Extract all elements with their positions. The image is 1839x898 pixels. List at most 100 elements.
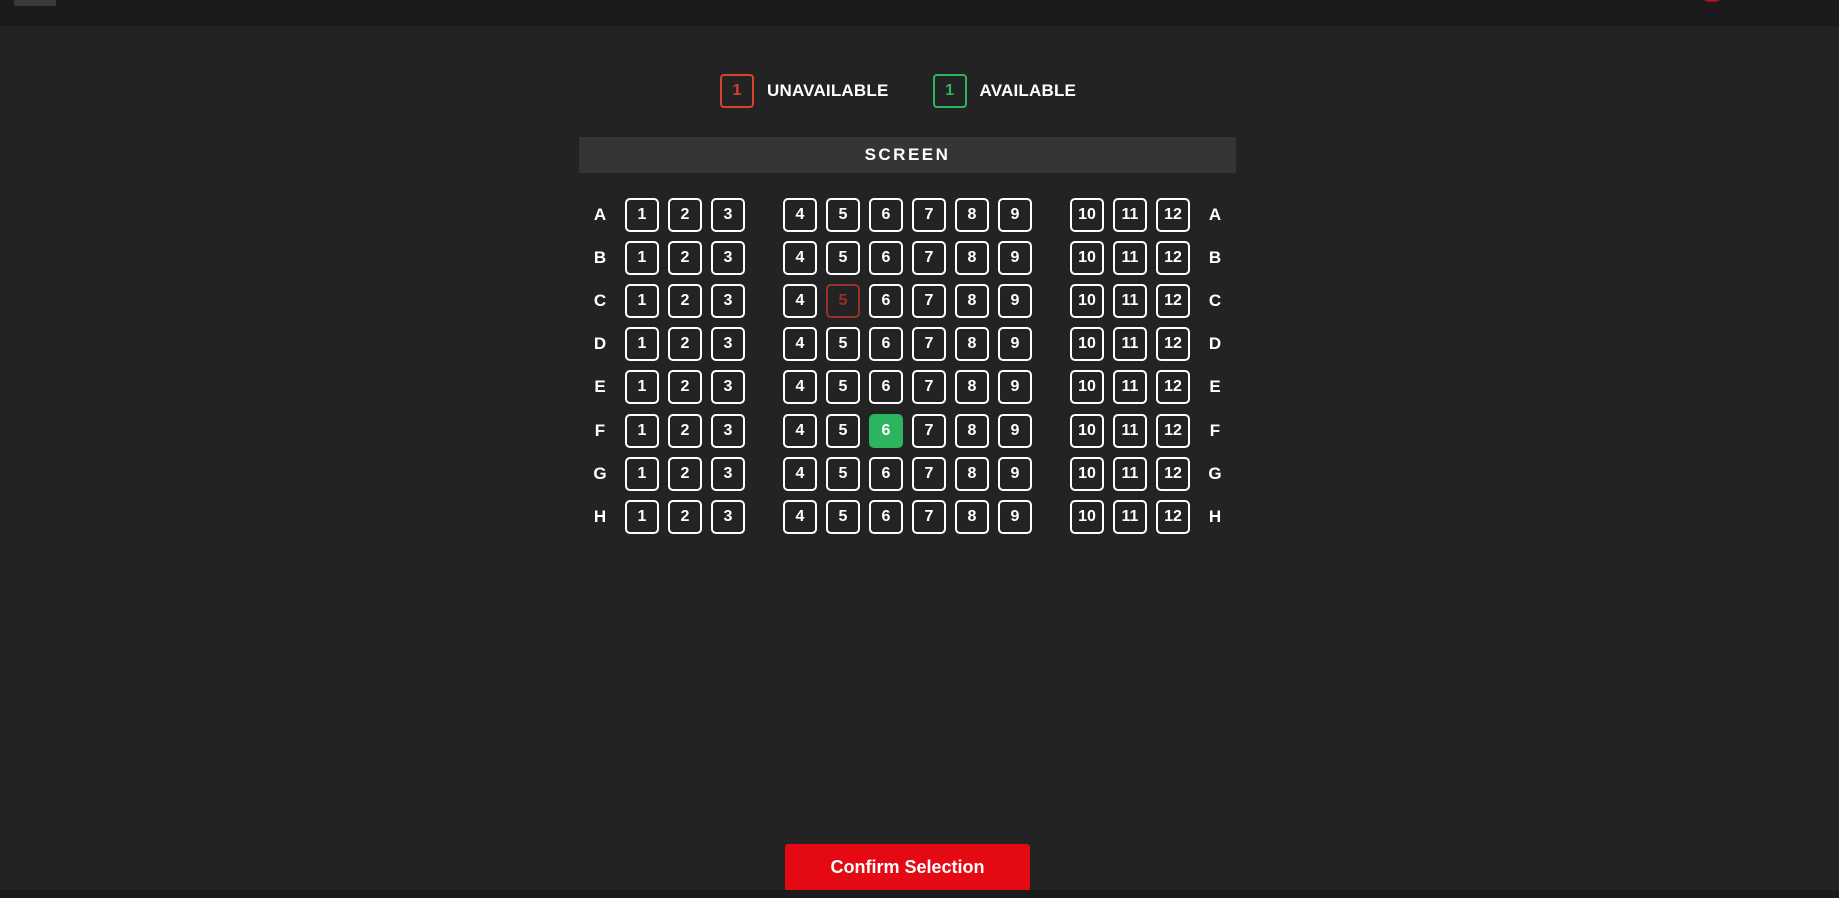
seat-h3[interactable]: 3 bbox=[711, 500, 745, 534]
seat-e2[interactable]: 2 bbox=[668, 370, 702, 404]
seat-g4[interactable]: 4 bbox=[783, 457, 817, 491]
seat-a11[interactable]: 11 bbox=[1113, 198, 1147, 232]
seat-b12[interactable]: 12 bbox=[1156, 241, 1190, 275]
seat-f3[interactable]: 3 bbox=[711, 414, 745, 448]
seat-a7[interactable]: 7 bbox=[912, 198, 946, 232]
seat-f11[interactable]: 11 bbox=[1113, 414, 1147, 448]
logo[interactable] bbox=[14, 0, 56, 6]
seat-h4[interactable]: 4 bbox=[783, 500, 817, 534]
seat-c6[interactable]: 6 bbox=[869, 284, 903, 318]
seat-d7[interactable]: 7 bbox=[912, 327, 946, 361]
seat-f4[interactable]: 4 bbox=[783, 414, 817, 448]
seat-g10[interactable]: 10 bbox=[1070, 457, 1104, 491]
seat-b5[interactable]: 5 bbox=[826, 241, 860, 275]
seat-f8[interactable]: 8 bbox=[955, 414, 989, 448]
seat-f10[interactable]: 10 bbox=[1070, 414, 1104, 448]
seat-d8[interactable]: 8 bbox=[955, 327, 989, 361]
confirm-selection-button[interactable]: Confirm Selection bbox=[785, 844, 1030, 891]
seat-b3[interactable]: 3 bbox=[711, 241, 745, 275]
seat-h9[interactable]: 9 bbox=[998, 500, 1032, 534]
seat-h11[interactable]: 11 bbox=[1113, 500, 1147, 534]
seat-a4[interactable]: 4 bbox=[783, 198, 817, 232]
seat-f5[interactable]: 5 bbox=[826, 414, 860, 448]
seat-d12[interactable]: 12 bbox=[1156, 327, 1190, 361]
seat-c5: 5 bbox=[826, 284, 860, 318]
seat-d1[interactable]: 1 bbox=[625, 327, 659, 361]
seat-b10[interactable]: 10 bbox=[1070, 241, 1104, 275]
seat-b2[interactable]: 2 bbox=[668, 241, 702, 275]
seat-a10[interactable]: 10 bbox=[1070, 198, 1104, 232]
seat-e10[interactable]: 10 bbox=[1070, 370, 1104, 404]
seat-d10[interactable]: 10 bbox=[1070, 327, 1104, 361]
seat-c10[interactable]: 10 bbox=[1070, 284, 1104, 318]
seat-g2[interactable]: 2 bbox=[668, 457, 702, 491]
row-label-f-left: F bbox=[594, 421, 606, 440]
seat-e3[interactable]: 3 bbox=[711, 370, 745, 404]
seat-d3[interactable]: 3 bbox=[711, 327, 745, 361]
seat-c11[interactable]: 11 bbox=[1113, 284, 1147, 318]
seat-e11[interactable]: 11 bbox=[1113, 370, 1147, 404]
seat-a2[interactable]: 2 bbox=[668, 198, 702, 232]
avatar[interactable] bbox=[1699, 0, 1725, 2]
seat-f9[interactable]: 9 bbox=[998, 414, 1032, 448]
seat-c2[interactable]: 2 bbox=[668, 284, 702, 318]
seat-a5[interactable]: 5 bbox=[826, 198, 860, 232]
seat-b9[interactable]: 9 bbox=[998, 241, 1032, 275]
seat-a9[interactable]: 9 bbox=[998, 198, 1032, 232]
seat-d6[interactable]: 6 bbox=[869, 327, 903, 361]
seat-f7[interactable]: 7 bbox=[912, 414, 946, 448]
seat-f12[interactable]: 12 bbox=[1156, 414, 1190, 448]
seat-f2[interactable]: 2 bbox=[668, 414, 702, 448]
seat-g5[interactable]: 5 bbox=[826, 457, 860, 491]
seat-e9[interactable]: 9 bbox=[998, 370, 1032, 404]
seat-a6[interactable]: 6 bbox=[869, 198, 903, 232]
seat-d5[interactable]: 5 bbox=[826, 327, 860, 361]
seat-c7[interactable]: 7 bbox=[912, 284, 946, 318]
seat-h7[interactable]: 7 bbox=[912, 500, 946, 534]
seat-c1[interactable]: 1 bbox=[625, 284, 659, 318]
seat-d9[interactable]: 9 bbox=[998, 327, 1032, 361]
seat-g12[interactable]: 12 bbox=[1156, 457, 1190, 491]
seat-g3[interactable]: 3 bbox=[711, 457, 745, 491]
seat-b8[interactable]: 8 bbox=[955, 241, 989, 275]
seat-g7[interactable]: 7 bbox=[912, 457, 946, 491]
seat-f1[interactable]: 1 bbox=[625, 414, 659, 448]
seat-c8[interactable]: 8 bbox=[955, 284, 989, 318]
seat-h10[interactable]: 10 bbox=[1070, 500, 1104, 534]
seat-e6[interactable]: 6 bbox=[869, 370, 903, 404]
seat-a8[interactable]: 8 bbox=[955, 198, 989, 232]
seat-h2[interactable]: 2 bbox=[668, 500, 702, 534]
seat-d2[interactable]: 2 bbox=[668, 327, 702, 361]
seat-b6[interactable]: 6 bbox=[869, 241, 903, 275]
seat-e4[interactable]: 4 bbox=[783, 370, 817, 404]
seat-h5[interactable]: 5 bbox=[826, 500, 860, 534]
seat-a3[interactable]: 3 bbox=[711, 198, 745, 232]
seat-g9[interactable]: 9 bbox=[998, 457, 1032, 491]
seat-b11[interactable]: 11 bbox=[1113, 241, 1147, 275]
seat-d4[interactable]: 4 bbox=[783, 327, 817, 361]
seat-g11[interactable]: 11 bbox=[1113, 457, 1147, 491]
seat-g8[interactable]: 8 bbox=[955, 457, 989, 491]
seat-e5[interactable]: 5 bbox=[826, 370, 860, 404]
seat-e7[interactable]: 7 bbox=[912, 370, 946, 404]
seat-b7[interactable]: 7 bbox=[912, 241, 946, 275]
seat-h8[interactable]: 8 bbox=[955, 500, 989, 534]
seat-f6[interactable]: 6 bbox=[869, 414, 903, 448]
seat-d11[interactable]: 11 bbox=[1113, 327, 1147, 361]
seat-a1[interactable]: 1 bbox=[625, 198, 659, 232]
seat-e12[interactable]: 12 bbox=[1156, 370, 1190, 404]
seat-c12[interactable]: 12 bbox=[1156, 284, 1190, 318]
seat-b1[interactable]: 1 bbox=[625, 241, 659, 275]
seat-c4[interactable]: 4 bbox=[783, 284, 817, 318]
seat-a12[interactable]: 12 bbox=[1156, 198, 1190, 232]
seat-e8[interactable]: 8 bbox=[955, 370, 989, 404]
seat-e1[interactable]: 1 bbox=[625, 370, 659, 404]
seat-c3[interactable]: 3 bbox=[711, 284, 745, 318]
seat-h12[interactable]: 12 bbox=[1156, 500, 1190, 534]
seat-b4[interactable]: 4 bbox=[783, 241, 817, 275]
seat-h1[interactable]: 1 bbox=[625, 500, 659, 534]
seat-g1[interactable]: 1 bbox=[625, 457, 659, 491]
seat-h6[interactable]: 6 bbox=[869, 500, 903, 534]
seat-g6[interactable]: 6 bbox=[869, 457, 903, 491]
seat-c9[interactable]: 9 bbox=[998, 284, 1032, 318]
